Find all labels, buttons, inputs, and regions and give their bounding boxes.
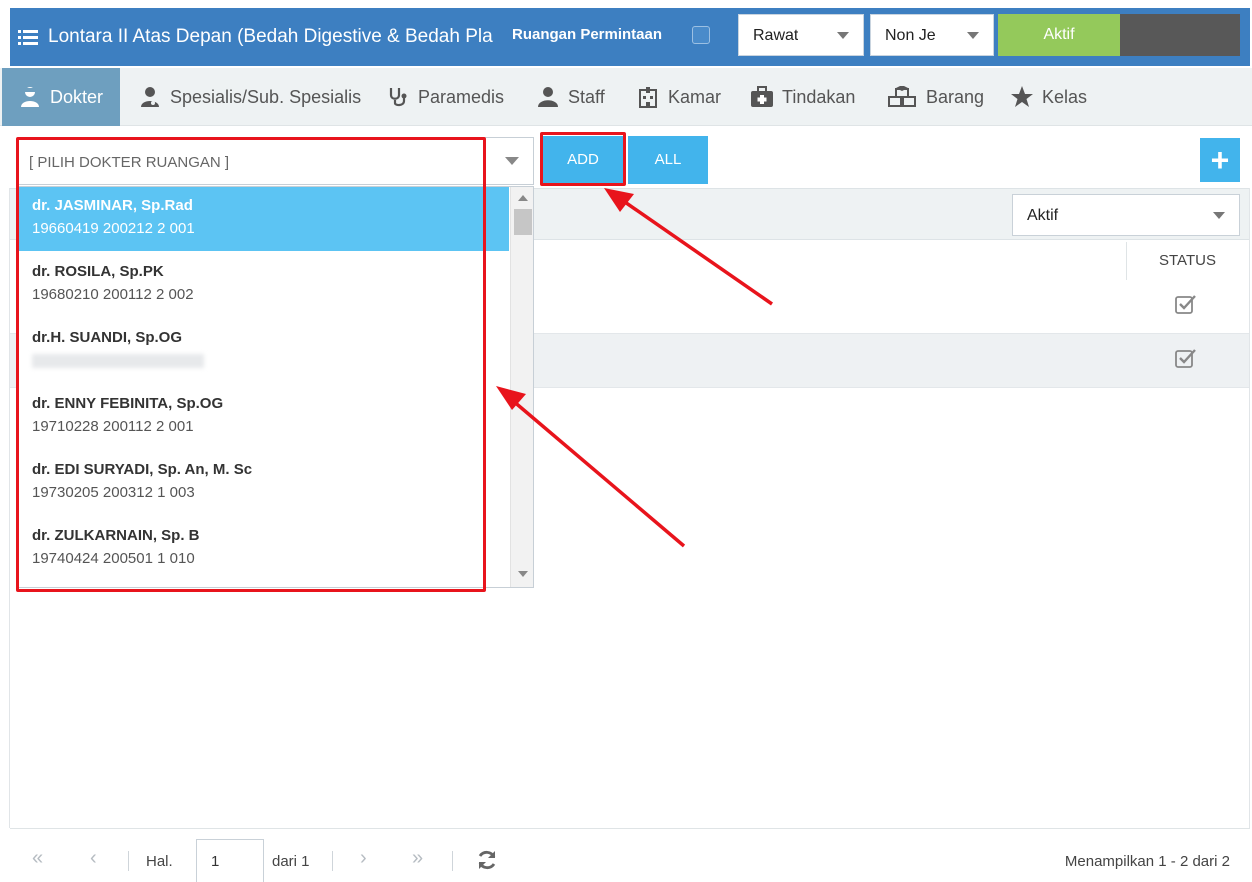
page-number-input[interactable] xyxy=(196,839,264,882)
cubes-icon xyxy=(886,85,918,109)
scroll-up-icon[interactable] xyxy=(518,195,528,201)
chevron-down-icon xyxy=(967,32,979,39)
separator xyxy=(452,851,453,871)
tab-label: Kelas xyxy=(1042,86,1088,107)
last-page-button[interactable]: » xyxy=(412,847,423,870)
inactive-button[interactable] xyxy=(1120,14,1240,56)
tab-barang[interactable]: Barang xyxy=(886,68,984,126)
stethoscope-icon xyxy=(386,85,410,109)
separator xyxy=(128,851,129,871)
record-count-label: Menampilkan 1 - 2 dari 2 xyxy=(1064,853,1230,870)
tab-spesialis[interactable]: Spesialis/Sub. Spesialis xyxy=(138,68,361,126)
scroll-thumb[interactable] xyxy=(514,209,532,235)
star-icon xyxy=(1010,85,1034,109)
tab-tindakan[interactable]: Tindakan xyxy=(750,68,855,126)
dropdown-scrollbar[interactable] xyxy=(510,187,533,587)
next-page-button[interactable]: › xyxy=(360,847,367,870)
hospital-icon xyxy=(636,85,660,109)
highlight-box-list xyxy=(16,137,486,592)
tab-label: Spesialis/Sub. Spesialis xyxy=(170,86,362,107)
refresh-icon[interactable] xyxy=(476,849,498,871)
chevron-down-icon[interactable] xyxy=(505,157,519,165)
all-button[interactable]: ALL xyxy=(628,136,708,184)
user-md-icon xyxy=(138,85,162,109)
grid-border-right xyxy=(1249,188,1250,828)
chevron-down-icon xyxy=(1213,212,1225,219)
tab-label: Tindakan xyxy=(782,86,856,107)
tab-label: Staff xyxy=(568,86,605,107)
doctor-icon xyxy=(18,85,42,109)
status-filter-select[interactable]: Aktif xyxy=(1012,194,1240,236)
plus-button[interactable]: + xyxy=(1200,138,1240,182)
medkit-icon xyxy=(750,85,774,109)
checked-icon xyxy=(1175,349,1196,368)
rawat-select[interactable]: Rawat xyxy=(738,14,864,56)
tab-kamar[interactable]: Kamar xyxy=(636,68,721,126)
page-total-label: dari 1 xyxy=(272,853,310,870)
request-room-checkbox[interactable] xyxy=(692,26,710,44)
pagination-bar: « ‹ Hal. dari 1 › » Menampilkan 1 - 2 da… xyxy=(10,828,1250,882)
tab-staff[interactable]: Staff xyxy=(536,68,605,126)
tab-label: Dokter xyxy=(50,86,104,107)
scroll-down-icon[interactable] xyxy=(518,571,528,577)
highlight-box-add xyxy=(540,132,626,186)
tab-label: Barang xyxy=(926,86,985,107)
tab-dokter[interactable]: Dokter xyxy=(2,68,120,126)
non-select-value: Non Je xyxy=(885,27,936,44)
separator xyxy=(332,851,333,871)
status-column-header[interactable]: STATUS xyxy=(1126,242,1248,280)
chevron-down-icon xyxy=(837,32,849,39)
tab-paramedis[interactable]: Paramedis xyxy=(386,68,504,126)
user-icon xyxy=(536,85,560,109)
checked-icon xyxy=(1175,295,1196,314)
rawat-select-value: Rawat xyxy=(753,27,799,44)
list-icon xyxy=(18,30,38,45)
page-title: Lontara II Atas Depan (Bedah Digestive &… xyxy=(48,26,493,47)
tab-label: Paramedis xyxy=(418,86,505,107)
grid-border-left xyxy=(9,188,10,828)
tab-label: Kamar xyxy=(668,86,722,107)
status-filter-value: Aktif xyxy=(1027,207,1059,224)
aktif-button[interactable]: Aktif xyxy=(998,14,1120,56)
status-column-label: STATUS xyxy=(1159,252,1216,269)
prev-page-button[interactable]: ‹ xyxy=(90,847,97,870)
first-page-button[interactable]: « xyxy=(32,847,43,870)
page-label: Hal. xyxy=(146,853,173,870)
tab-bar: Dokter Spesialis/Sub. Spesialis Paramedi… xyxy=(0,68,1252,126)
window-header: Lontara II Atas Depan (Bedah Digestive &… xyxy=(10,8,1250,66)
non-select[interactable]: Non Je xyxy=(870,14,994,56)
tab-kelas[interactable]: Kelas xyxy=(1010,68,1087,126)
request-room-label: Ruangan Permintaan xyxy=(512,26,663,43)
